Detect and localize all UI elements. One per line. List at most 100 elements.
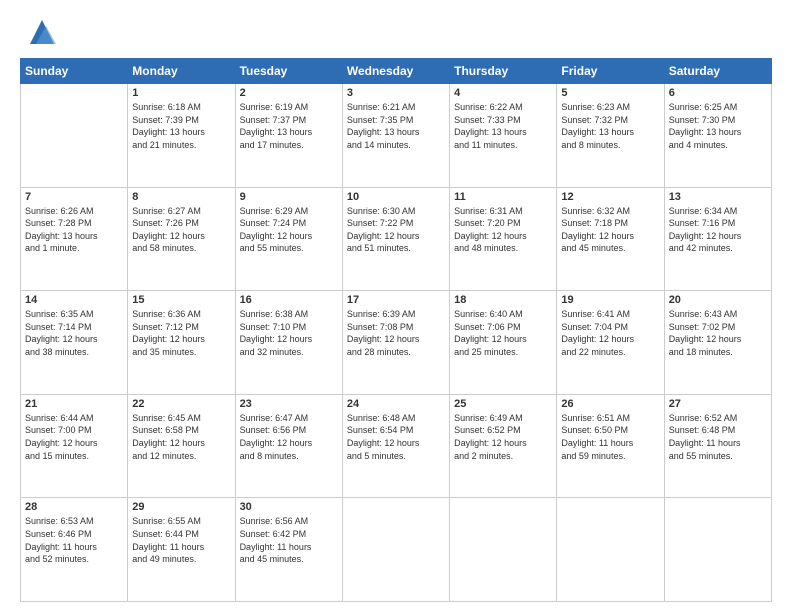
cell-info: Sunrise: 6:30 AM Sunset: 7:22 PM Dayligh… bbox=[347, 205, 445, 255]
calendar-cell: 21Sunrise: 6:44 AM Sunset: 7:00 PM Dayli… bbox=[21, 394, 128, 498]
calendar-cell: 13 Sunrise: 6:34 AM Sunset: 7:16 PM Dayli… bbox=[664, 187, 771, 291]
weekday-header-friday: Friday bbox=[557, 59, 664, 84]
day-number: 1 bbox=[132, 87, 230, 99]
calendar-cell: 4 Sunrise: 6:22 AM Sunset: 7:33 PM Daylig… bbox=[450, 84, 557, 188]
cell-info: Sunrise: 6:34 AM Sunset: 7:16 PM Dayligh… bbox=[669, 205, 767, 255]
week-row-4: 28 Sunrise: 6:53 AM Sunset: 6:46 PM Dayli… bbox=[21, 498, 772, 602]
weekday-header-thursday: Thursday bbox=[450, 59, 557, 84]
calendar-cell: 29 Sunrise: 6:55 AM Sunset: 6:44 PM Dayli… bbox=[128, 498, 235, 602]
calendar-cell: 18 Sunrise: 6:40 AM Sunset: 7:06 PM Dayli… bbox=[450, 291, 557, 395]
calendar-cell: 5 Sunrise: 6:23 AM Sunset: 7:32 PM Daylig… bbox=[557, 84, 664, 188]
calendar-cell: 16 Sunrise: 6:38 AM Sunset: 7:10 PM Dayli… bbox=[235, 291, 342, 395]
calendar-cell: 6 Sunrise: 6:25 AM Sunset: 7:30 PM Daylig… bbox=[664, 84, 771, 188]
day-number: 13 bbox=[669, 191, 767, 203]
day-number: 29 bbox=[132, 501, 230, 513]
day-number: 16 bbox=[240, 294, 338, 306]
calendar-cell: 10 Sunrise: 6:30 AM Sunset: 7:22 PM Dayli… bbox=[342, 187, 449, 291]
cell-info: Sunrise: 6:43 AM Sunset: 7:02 PM Dayligh… bbox=[669, 308, 767, 358]
day-number: 4 bbox=[454, 87, 552, 99]
cell-info: Sunrise: 6:23 AM Sunset: 7:32 PM Dayligh… bbox=[561, 101, 659, 151]
day-number: 26 bbox=[561, 398, 659, 410]
calendar-cell bbox=[342, 498, 449, 602]
calendar-cell bbox=[557, 498, 664, 602]
day-number: 6 bbox=[669, 87, 767, 99]
calendar-cell bbox=[21, 84, 128, 188]
day-number: 14 bbox=[25, 294, 123, 306]
cell-info: Sunrise: 6:56 AM Sunset: 6:42 PM Dayligh… bbox=[240, 515, 338, 565]
day-number: 2 bbox=[240, 87, 338, 99]
weekday-header-tuesday: Tuesday bbox=[235, 59, 342, 84]
cell-info: Sunrise: 6:29 AM Sunset: 7:24 PM Dayligh… bbox=[240, 205, 338, 255]
cell-info: Sunrise: 6:22 AM Sunset: 7:33 PM Dayligh… bbox=[454, 101, 552, 151]
calendar-cell: 3 Sunrise: 6:21 AM Sunset: 7:35 PM Daylig… bbox=[342, 84, 449, 188]
day-number: 8 bbox=[132, 191, 230, 203]
day-number: 18 bbox=[454, 294, 552, 306]
calendar-cell: 27 Sunrise: 6:52 AM Sunset: 6:48 PM Dayli… bbox=[664, 394, 771, 498]
cell-info: Sunrise: 6:44 AM Sunset: 7:00 PM Dayligh… bbox=[25, 412, 123, 462]
calendar-cell: 8 Sunrise: 6:27 AM Sunset: 7:26 PM Daylig… bbox=[128, 187, 235, 291]
cell-info: Sunrise: 6:18 AM Sunset: 7:39 PM Dayligh… bbox=[132, 101, 230, 151]
day-number: 30 bbox=[240, 501, 338, 513]
day-number: 24 bbox=[347, 398, 445, 410]
weekday-header-sunday: Sunday bbox=[21, 59, 128, 84]
day-number: 23 bbox=[240, 398, 338, 410]
weekday-header-row: SundayMondayTuesdayWednesdayThursdayFrid… bbox=[21, 59, 772, 84]
calendar-cell: 12 Sunrise: 6:32 AM Sunset: 7:18 PM Dayli… bbox=[557, 187, 664, 291]
cell-info: Sunrise: 6:31 AM Sunset: 7:20 PM Dayligh… bbox=[454, 205, 552, 255]
week-row-1: 7 Sunrise: 6:26 AM Sunset: 7:28 PM Daylig… bbox=[21, 187, 772, 291]
calendar-cell: 19 Sunrise: 6:41 AM Sunset: 7:04 PM Dayli… bbox=[557, 291, 664, 395]
cell-info: Sunrise: 6:35 AM Sunset: 7:14 PM Dayligh… bbox=[25, 308, 123, 358]
calendar-table: SundayMondayTuesdayWednesdayThursdayFrid… bbox=[20, 58, 772, 602]
cell-info: Sunrise: 6:19 AM Sunset: 7:37 PM Dayligh… bbox=[240, 101, 338, 151]
calendar-cell: 7 Sunrise: 6:26 AM Sunset: 7:28 PM Daylig… bbox=[21, 187, 128, 291]
calendar-cell: 24Sunrise: 6:48 AM Sunset: 6:54 PM Dayli… bbox=[342, 394, 449, 498]
day-number: 25 bbox=[454, 398, 552, 410]
day-number: 7 bbox=[25, 191, 123, 203]
day-number: 19 bbox=[561, 294, 659, 306]
cell-info: Sunrise: 6:41 AM Sunset: 7:04 PM Dayligh… bbox=[561, 308, 659, 358]
week-row-2: 14 Sunrise: 6:35 AM Sunset: 7:14 PM Dayli… bbox=[21, 291, 772, 395]
day-number: 22 bbox=[132, 398, 230, 410]
weekday-header-wednesday: Wednesday bbox=[342, 59, 449, 84]
calendar-cell: 1 Sunrise: 6:18 AM Sunset: 7:39 PM Daylig… bbox=[128, 84, 235, 188]
day-number: 3 bbox=[347, 87, 445, 99]
weekday-header-saturday: Saturday bbox=[664, 59, 771, 84]
cell-info: Sunrise: 6:40 AM Sunset: 7:06 PM Dayligh… bbox=[454, 308, 552, 358]
logo-icon bbox=[26, 16, 58, 48]
cell-info: Sunrise: 6:52 AM Sunset: 6:48 PM Dayligh… bbox=[669, 412, 767, 462]
cell-info: Sunrise: 6:55 AM Sunset: 6:44 PM Dayligh… bbox=[132, 515, 230, 565]
calendar-cell: 30 Sunrise: 6:56 AM Sunset: 6:42 PM Dayli… bbox=[235, 498, 342, 602]
calendar-cell: 17Sunrise: 6:39 AM Sunset: 7:08 PM Dayli… bbox=[342, 291, 449, 395]
calendar-cell: 23 Sunrise: 6:47 AM Sunset: 6:56 PM Dayli… bbox=[235, 394, 342, 498]
day-number: 28 bbox=[25, 501, 123, 513]
cell-info: Sunrise: 6:21 AM Sunset: 7:35 PM Dayligh… bbox=[347, 101, 445, 151]
day-number: 12 bbox=[561, 191, 659, 203]
day-number: 9 bbox=[240, 191, 338, 203]
cell-info: Sunrise: 6:26 AM Sunset: 7:28 PM Dayligh… bbox=[25, 205, 123, 255]
calendar-cell: 11Sunrise: 6:31 AM Sunset: 7:20 PM Dayli… bbox=[450, 187, 557, 291]
day-number: 15 bbox=[132, 294, 230, 306]
header bbox=[20, 16, 772, 48]
calendar-cell: 20 Sunrise: 6:43 AM Sunset: 7:02 PM Dayli… bbox=[664, 291, 771, 395]
cell-info: Sunrise: 6:32 AM Sunset: 7:18 PM Dayligh… bbox=[561, 205, 659, 255]
calendar-cell: 28 Sunrise: 6:53 AM Sunset: 6:46 PM Dayli… bbox=[21, 498, 128, 602]
cell-info: Sunrise: 6:53 AM Sunset: 6:46 PM Dayligh… bbox=[25, 515, 123, 565]
cell-info: Sunrise: 6:51 AM Sunset: 6:50 PM Dayligh… bbox=[561, 412, 659, 462]
cell-info: Sunrise: 6:45 AM Sunset: 6:58 PM Dayligh… bbox=[132, 412, 230, 462]
cell-info: Sunrise: 6:38 AM Sunset: 7:10 PM Dayligh… bbox=[240, 308, 338, 358]
calendar-cell bbox=[664, 498, 771, 602]
page: SundayMondayTuesdayWednesdayThursdayFrid… bbox=[0, 0, 792, 612]
calendar-cell: 26 Sunrise: 6:51 AM Sunset: 6:50 PM Dayli… bbox=[557, 394, 664, 498]
logo bbox=[20, 16, 58, 48]
calendar-cell: 2 Sunrise: 6:19 AM Sunset: 7:37 PM Daylig… bbox=[235, 84, 342, 188]
cell-info: Sunrise: 6:25 AM Sunset: 7:30 PM Dayligh… bbox=[669, 101, 767, 151]
cell-info: Sunrise: 6:27 AM Sunset: 7:26 PM Dayligh… bbox=[132, 205, 230, 255]
day-number: 27 bbox=[669, 398, 767, 410]
day-number: 5 bbox=[561, 87, 659, 99]
calendar-cell: 15Sunrise: 6:36 AM Sunset: 7:12 PM Dayli… bbox=[128, 291, 235, 395]
cell-info: Sunrise: 6:47 AM Sunset: 6:56 PM Dayligh… bbox=[240, 412, 338, 462]
day-number: 10 bbox=[347, 191, 445, 203]
week-row-3: 21Sunrise: 6:44 AM Sunset: 7:00 PM Dayli… bbox=[21, 394, 772, 498]
day-number: 20 bbox=[669, 294, 767, 306]
weekday-header-monday: Monday bbox=[128, 59, 235, 84]
